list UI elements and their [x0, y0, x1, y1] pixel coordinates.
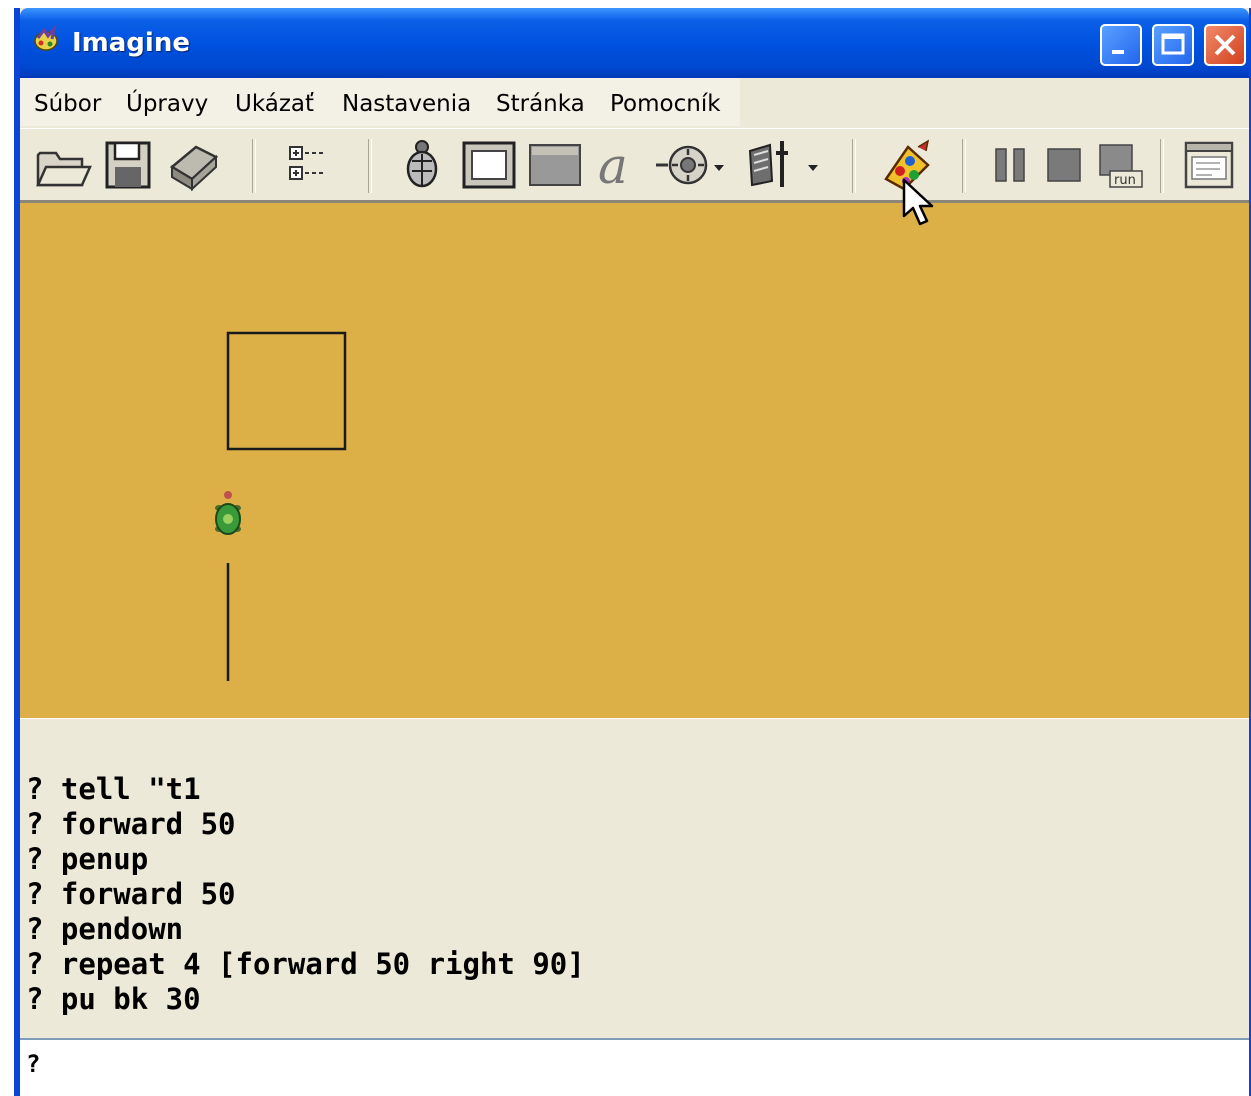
history-line: ? penup [26, 842, 149, 876]
drawn-square [226, 331, 347, 451]
print-icon[interactable] [166, 137, 222, 193]
command-input[interactable]: ? [20, 1038, 1249, 1096]
menu-page[interactable]: Stránka [496, 91, 585, 117]
close-button[interactable] [1204, 24, 1246, 66]
toolbar-separator [1160, 139, 1164, 193]
window-icon[interactable] [1180, 137, 1238, 195]
menu-bar: Súbor Úpravy Ukázať Nastavenia Stránka P… [20, 78, 1249, 129]
text-icon[interactable]: a [592, 137, 644, 193]
menu-settings[interactable]: Nastavenia [342, 91, 471, 117]
open-folder-icon[interactable] [32, 137, 92, 193]
history-line: ? tell "t1 [26, 772, 201, 806]
window-title: Imagine [72, 28, 190, 58]
command-history: ? tell "t1 ? forward 50 ? penup ? forwar… [20, 730, 1249, 1030]
svg-text:a: a [598, 137, 628, 193]
stop-icon[interactable] [1042, 137, 1090, 193]
canvas-drawing [215, 331, 347, 681]
app-window: Imagine Súbor Úpravy Ukázať Nastavenia S… [14, 8, 1251, 1096]
mouse-cursor-icon [902, 178, 934, 226]
turtle-icon[interactable] [396, 137, 448, 193]
history-line: ? pu bk 30 [26, 982, 201, 1016]
toolbar: a run [20, 128, 1249, 201]
run-icon-label: run [1114, 173, 1136, 188]
turtle-sprite[interactable] [215, 491, 241, 535]
minimize-icon [1112, 50, 1124, 54]
tree-view-icon[interactable] [280, 137, 336, 193]
maximize-button[interactable] [1152, 24, 1194, 66]
save-icon[interactable] [102, 137, 154, 193]
toolbar-separator [252, 139, 256, 193]
toolbar-separator [962, 139, 966, 193]
pane-icon[interactable] [526, 137, 584, 193]
input-prompt: ? [26, 1050, 41, 1078]
joystick-icon[interactable] [652, 137, 734, 193]
title-bar[interactable]: Imagine [20, 8, 1249, 78]
close-icon [1214, 34, 1236, 56]
minimize-button[interactable] [1100, 24, 1142, 66]
menu-help[interactable]: Pomocník [610, 91, 721, 117]
menu-file[interactable]: Súbor [34, 91, 101, 117]
history-line: ? pendown [26, 912, 184, 946]
pause-icon[interactable] [988, 137, 1036, 193]
history-line: ? forward 50 [26, 807, 236, 841]
app-icon [34, 24, 58, 51]
history-line: ? repeat 4 [forward 50 right 90] [26, 947, 585, 981]
toolbar-separator [368, 139, 372, 193]
history-line: ? forward 50 [26, 877, 236, 911]
toolbar-separator [852, 139, 856, 193]
maximize-icon [1161, 33, 1185, 55]
menu-view[interactable]: Ukázať [235, 91, 314, 117]
frame-icon[interactable] [460, 137, 518, 193]
shape-tool-icon[interactable] [742, 137, 832, 193]
drawing-canvas[interactable] [20, 200, 1249, 721]
run-icon[interactable]: run [1094, 137, 1148, 193]
menu-edit[interactable]: Úpravy [126, 91, 208, 117]
